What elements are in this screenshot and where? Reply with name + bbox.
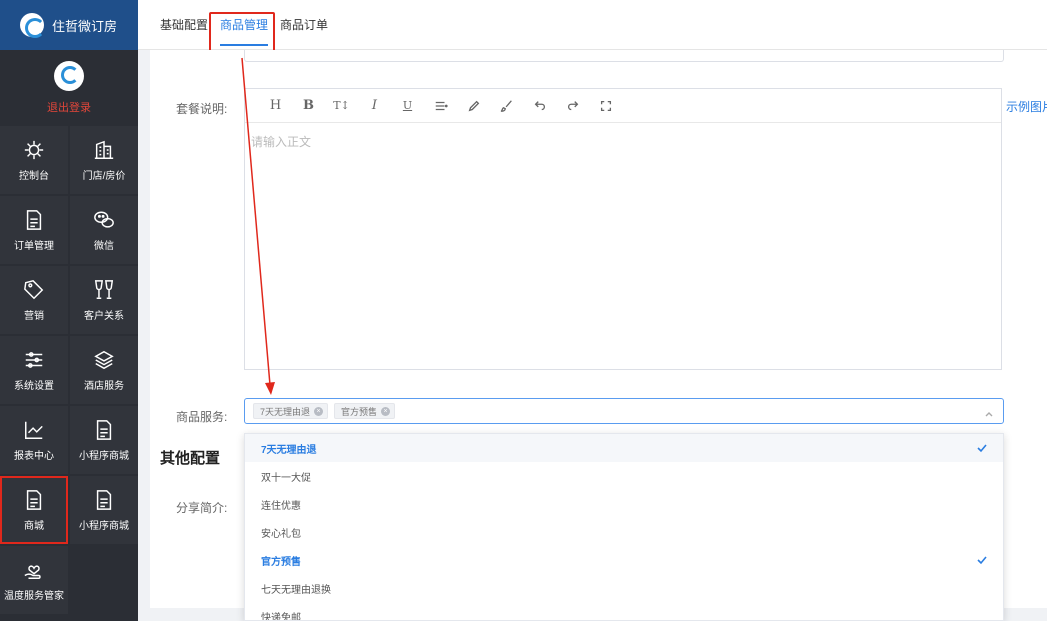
- logout-link[interactable]: 退出登录: [47, 99, 91, 115]
- sidebar-item-reports[interactable]: 报表中心: [0, 406, 68, 474]
- sidebar: 住哲微订房 退出登录 控制台 门店/房价 订单管理 微信 营销 客户关系 系统设…: [0, 0, 138, 621]
- chip-label: 7天无理由退: [260, 406, 311, 417]
- undo-icon[interactable]: [523, 89, 556, 123]
- dropdown-option[interactable]: 安心礼包: [245, 518, 1003, 546]
- previous-field-input[interactable]: [244, 50, 1004, 62]
- option-label: 官方预售: [261, 556, 301, 568]
- option-label: 双十一大促: [261, 472, 311, 484]
- selected-chip: 7天无理由退 ×: [253, 403, 329, 419]
- sidebar-nav: 控制台 门店/房价 订单管理 微信 营销 客户关系 系统设置 酒店服务 报表中心…: [0, 126, 138, 614]
- gear-icon: [23, 139, 45, 161]
- sidebar-item-label: 小程序商城: [79, 450, 129, 462]
- sidebar-item-label: 小程序商城: [79, 520, 129, 532]
- top-tabs: 基础配置 商品管理 商品订单: [138, 0, 1047, 50]
- sidebar-item-mall[interactable]: 商城: [0, 476, 68, 544]
- pencil-icon[interactable]: [457, 89, 490, 123]
- bold-icon[interactable]: B: [292, 89, 325, 123]
- option-label: 安心礼包: [261, 528, 301, 540]
- remove-chip-icon[interactable]: ×: [314, 406, 324, 416]
- dropdown-option[interactable]: 7天无理由退: [245, 434, 1003, 462]
- option-label: 7天无理由退: [261, 444, 317, 456]
- other-config-heading: 其他配置: [160, 450, 221, 467]
- option-label: 连住优惠: [261, 500, 301, 512]
- sidebar-item-label: 控制台: [19, 170, 49, 182]
- example-image-link[interactable]: 示例图片: [1006, 98, 1047, 115]
- brand-bar: 住哲微订房: [0, 0, 138, 50]
- align-icon[interactable]: [424, 89, 457, 123]
- hand-heart-icon: [23, 559, 45, 581]
- sliders-icon: [23, 349, 45, 371]
- document-icon: [23, 489, 45, 511]
- sidebar-item-crm[interactable]: 客户关系: [70, 266, 138, 334]
- sidebar-item-marketing[interactable]: 营销: [0, 266, 68, 334]
- remove-chip-icon[interactable]: ×: [381, 406, 391, 416]
- redo-icon[interactable]: [556, 89, 589, 123]
- dropdown-option[interactable]: 七天无理由退换: [245, 574, 1003, 602]
- sidebar-item-label: 报表中心: [14, 450, 54, 462]
- editor-toolbar: H B T↕ I U: [245, 89, 1001, 123]
- dropdown-option[interactable]: 快递免邮: [245, 602, 1003, 621]
- document-icon: [23, 209, 45, 231]
- selected-chip: 官方预售 ×: [334, 403, 396, 419]
- fullscreen-icon[interactable]: [589, 89, 622, 123]
- dropdown-option[interactable]: 官方预售: [245, 546, 1003, 574]
- sidebar-item-label: 系统设置: [14, 380, 54, 392]
- option-label: 快递免邮: [261, 612, 301, 621]
- document-icon: [93, 489, 115, 511]
- tab-product-orders[interactable]: 商品订单: [280, 0, 328, 50]
- dropdown-option[interactable]: 双十一大促: [245, 462, 1003, 490]
- user-panel: 退出登录: [0, 50, 138, 126]
- editor-placeholder: 请输入正文: [251, 135, 312, 149]
- chip-label: 官方预售: [341, 406, 378, 417]
- tab-product-management[interactable]: 商品管理: [220, 0, 269, 50]
- sidebar-item-warm-service[interactable]: 温度服务管家: [0, 546, 68, 614]
- tab-basic-config[interactable]: 基础配置: [160, 0, 208, 50]
- sidebar-item-orders[interactable]: 订单管理: [0, 196, 68, 264]
- service-dropdown: 7天无理由退 双十一大促 连住优惠 安心礼包 官方预售 七天无理由退换 快递免邮: [244, 433, 1004, 621]
- italic-icon[interactable]: I: [358, 89, 391, 123]
- check-icon: [977, 443, 987, 453]
- sidebar-item-console[interactable]: 控制台: [0, 126, 68, 194]
- brand-logo-icon: [20, 13, 45, 38]
- service-multiselect[interactable]: 7天无理由退 × 官方预售 ×: [244, 398, 1004, 424]
- brand-title: 住哲微订房: [52, 18, 118, 34]
- wechat-icon: [93, 209, 115, 231]
- line-chart-icon: [23, 419, 45, 441]
- chevron-up-icon[interactable]: [985, 407, 993, 417]
- sidebar-item-label: 门店/房价: [82, 170, 126, 182]
- layers-icon: [93, 349, 115, 371]
- tag-icon: [23, 279, 45, 301]
- sidebar-item-label: 微信: [94, 240, 114, 252]
- brush-icon[interactable]: [490, 89, 523, 123]
- wine-glasses-icon: [93, 279, 115, 301]
- avatar: [54, 61, 84, 91]
- sidebar-item-label: 客户关系: [84, 310, 124, 322]
- document-icon: [93, 419, 115, 441]
- heading-icon[interactable]: H: [259, 89, 292, 123]
- sidebar-item-mini-mall[interactable]: 小程序商城: [70, 406, 138, 474]
- sidebar-item-label: 酒店服务: [84, 380, 124, 392]
- share-label: 分享简介:: [176, 501, 228, 515]
- sidebar-item-label: 营销: [24, 310, 44, 322]
- font-size-icon[interactable]: T↕: [325, 89, 358, 123]
- building-icon: [93, 139, 115, 161]
- sidebar-item-label: 温度服务管家: [4, 590, 64, 602]
- sidebar-item-settings[interactable]: 系统设置: [0, 336, 68, 404]
- sidebar-item-hotel-service[interactable]: 酒店服务: [70, 336, 138, 404]
- sidebar-item-label: 订单管理: [14, 240, 54, 252]
- package-label: 套餐说明:: [176, 102, 228, 116]
- option-label: 七天无理由退换: [261, 584, 331, 596]
- service-label: 商品服务:: [176, 410, 228, 424]
- sidebar-item-label: 商城: [24, 520, 44, 532]
- check-icon: [977, 555, 987, 565]
- sidebar-item-store-price[interactable]: 门店/房价: [70, 126, 138, 194]
- sidebar-item-wechat[interactable]: 微信: [70, 196, 138, 264]
- dropdown-option[interactable]: 连住优惠: [245, 490, 1003, 518]
- sidebar-item-mini-mall-2[interactable]: 小程序商城: [70, 476, 138, 544]
- rich-text-editor[interactable]: H B T↕ I U 请输入正文: [244, 88, 1002, 370]
- underline-icon[interactable]: U: [391, 89, 424, 123]
